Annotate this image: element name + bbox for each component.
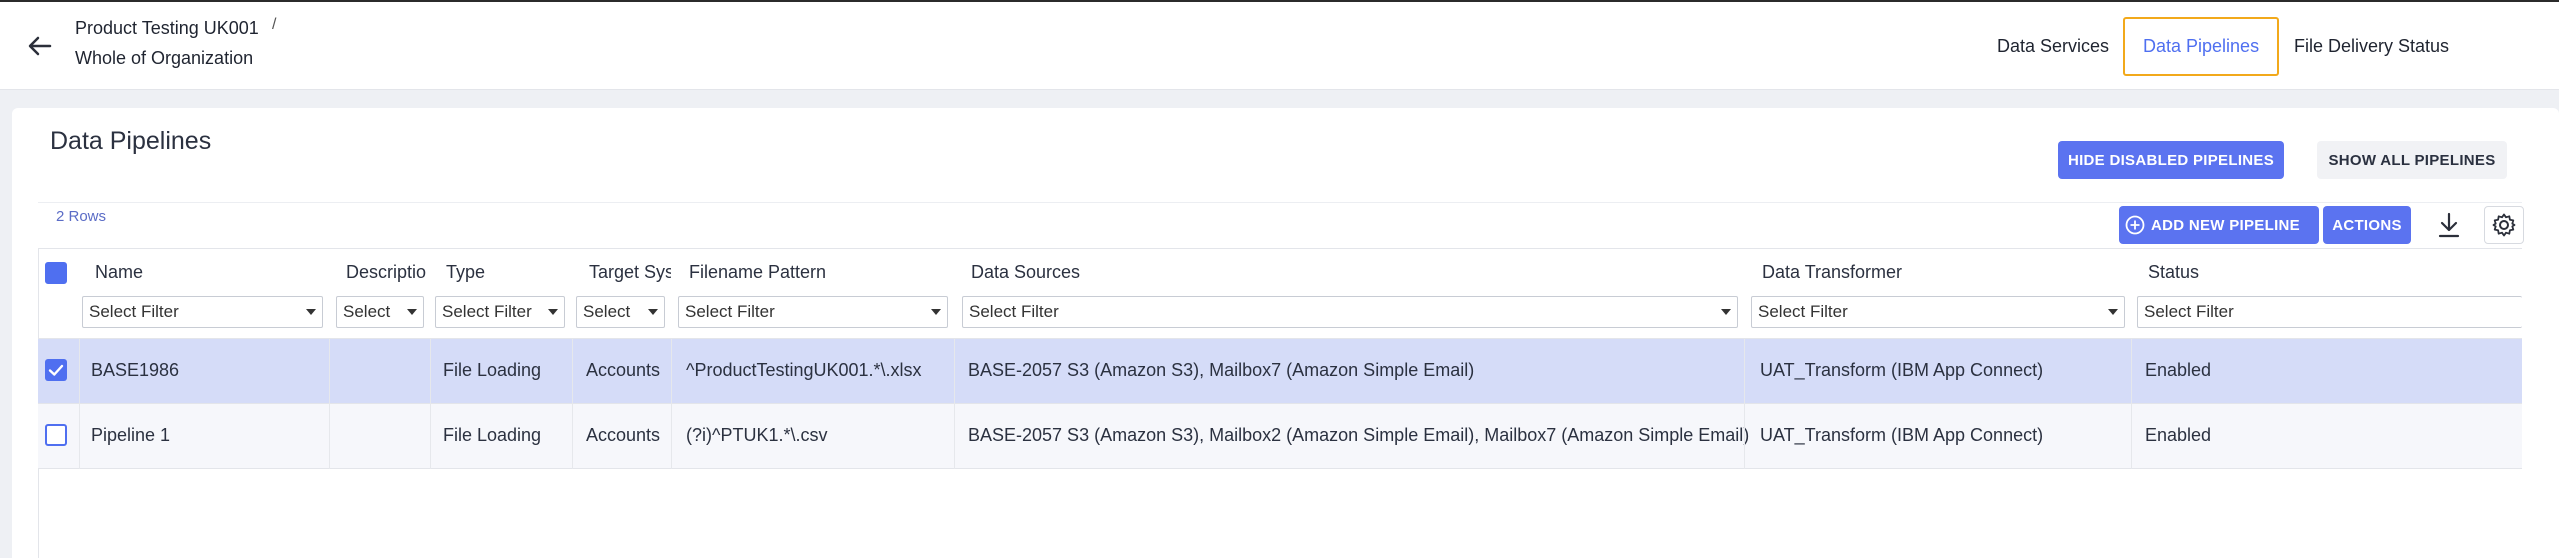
row-checkbox[interactable] xyxy=(45,424,67,446)
filter-description[interactable]: Select xyxy=(336,296,424,328)
filter-description-value: Select xyxy=(343,302,391,321)
filter-name-value: Select Filter xyxy=(89,302,179,321)
cell-data-sources: BASE-2057 S3 (Amazon S3), Mailbox7 (Amaz… xyxy=(968,360,1475,380)
hide-disabled-pipelines-button[interactable]: HIDE DISABLED PIPELINES xyxy=(2058,141,2284,179)
column-header-filename-pattern[interactable]: Filename Pattern xyxy=(689,262,889,283)
cell-data-transformer: UAT_Transform (IBM App Connect) xyxy=(1760,360,2044,380)
toolbar-divider xyxy=(38,202,2522,203)
cell-filename-pattern: (?i)^PTUK1.*\.csv xyxy=(686,425,828,445)
cell-target-system: Accounts xyxy=(586,360,661,380)
filter-filename-pattern[interactable]: Select Filter xyxy=(678,296,948,328)
breadcrumb-parent[interactable]: Product Testing UK001 xyxy=(75,18,259,39)
row-divider xyxy=(38,468,2522,469)
app-header: Product Testing UK001 / Whole of Organiz… xyxy=(0,2,2559,90)
chevron-down-icon xyxy=(931,309,941,315)
tab-file-delivery-status[interactable]: File Delivery Status xyxy=(2294,36,2449,57)
column-header-target-system[interactable]: Target Sys xyxy=(589,262,671,283)
filter-data-sources[interactable]: Select Filter xyxy=(962,296,1738,328)
cell-type: File Loading xyxy=(443,360,542,380)
column-separator xyxy=(2131,339,2132,469)
cell-status: Enabled xyxy=(2145,360,2212,380)
chevron-down-icon xyxy=(2108,309,2118,315)
column-separator xyxy=(1744,339,1745,469)
filter-type-value: Select Filter xyxy=(442,302,532,321)
checkmark-icon xyxy=(48,364,64,376)
gear-icon[interactable] xyxy=(2484,206,2524,244)
column-separator xyxy=(572,339,573,469)
cell-data-sources: BASE-2057 S3 (Amazon S3), Mailbox2 (Amaz… xyxy=(968,425,1750,445)
add-new-pipeline-label: ADD NEW PIPELINE xyxy=(2151,216,2300,234)
column-separator xyxy=(671,339,672,469)
actions-button[interactable]: ACTIONS xyxy=(2323,206,2411,244)
cell-name[interactable]: BASE1986 xyxy=(91,360,179,381)
plus-circle-icon xyxy=(2125,215,2145,235)
cell-name[interactable]: Pipeline 1 xyxy=(91,425,170,446)
download-icon[interactable] xyxy=(2429,206,2469,244)
column-header-description[interactable]: Descriptio xyxy=(346,262,426,283)
column-separator xyxy=(329,339,330,469)
column-header-status[interactable]: Status xyxy=(2148,262,2348,283)
column-header-name[interactable]: Name xyxy=(95,262,235,283)
select-all-checkbox[interactable] xyxy=(45,262,67,284)
cell-status: Enabled xyxy=(2145,425,2212,445)
show-all-pipelines-button[interactable]: SHOW ALL PIPELINES xyxy=(2317,141,2507,179)
cell-target-system: Accounts xyxy=(586,425,661,445)
chevron-down-icon xyxy=(407,309,417,315)
column-header-type[interactable]: Type xyxy=(446,262,546,283)
add-new-pipeline-button[interactable]: ADD NEW PIPELINE xyxy=(2119,206,2319,244)
page-title: Data Pipelines xyxy=(50,127,212,155)
chevron-down-icon xyxy=(306,309,316,315)
filter-data-sources-value: Select Filter xyxy=(969,302,1059,321)
filter-target-system-value: Select xyxy=(583,302,631,321)
column-header-data-sources[interactable]: Data Sources xyxy=(971,262,1171,283)
filter-data-transformer[interactable]: Select Filter xyxy=(1751,296,2125,328)
chevron-down-icon xyxy=(648,309,658,315)
column-separator xyxy=(430,339,431,469)
cell-type: File Loading xyxy=(443,425,542,445)
breadcrumb-separator: / xyxy=(272,16,277,33)
chevron-down-icon xyxy=(548,309,558,315)
filter-name[interactable]: Select Filter xyxy=(82,296,323,328)
tab-data-pipelines[interactable]: Data Pipelines xyxy=(2123,17,2280,76)
tab-data-services[interactable]: Data Services xyxy=(1997,36,2109,57)
filter-status[interactable]: Select Filter xyxy=(2137,296,2522,328)
breadcrumb-current: Whole of Organization xyxy=(75,48,254,68)
column-separator xyxy=(954,339,955,469)
filter-status-value: Select Filter xyxy=(2144,302,2234,321)
column-header-data-transformer[interactable]: Data Transformer xyxy=(1762,262,1962,283)
filter-data-transformer-value: Select Filter xyxy=(1758,302,1848,321)
filter-target-system[interactable]: Select xyxy=(576,296,665,328)
column-separator xyxy=(79,339,80,469)
cell-data-transformer: UAT_Transform (IBM App Connect) xyxy=(1760,425,2044,445)
row-count: 2 Rows xyxy=(56,208,107,225)
back-arrow-icon[interactable] xyxy=(24,30,56,62)
filter-type[interactable]: Select Filter xyxy=(435,296,565,328)
chevron-down-icon xyxy=(1721,309,1731,315)
cell-filename-pattern: ^ProductTestingUK001.*\.xlsx xyxy=(686,360,922,380)
row-checkbox[interactable] xyxy=(45,359,67,381)
filter-filename-pattern-value: Select Filter xyxy=(685,302,775,321)
